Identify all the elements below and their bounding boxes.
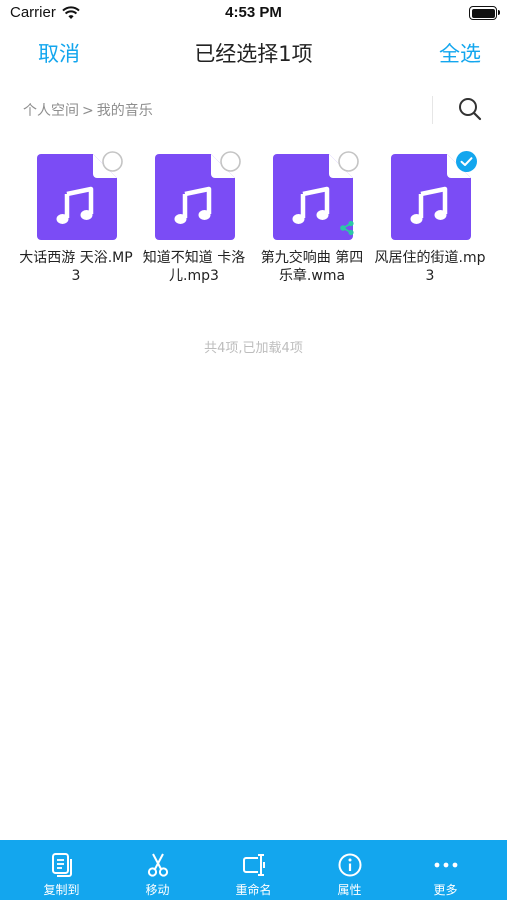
rename-button[interactable]: 重命名: [203, 840, 304, 900]
file-name: 风居住的街道.mp3: [374, 250, 486, 284]
more-label: 更多: [433, 883, 458, 897]
file-name: 知道不知道 卡洛儿.mp3: [142, 250, 246, 284]
file-name: 大话西游 天浴.MP3: [19, 250, 133, 284]
scissors-icon: [147, 853, 169, 877]
move-button[interactable]: 移动: [107, 840, 208, 900]
breadcrumb-row: 个人空间 > 我的音乐: [0, 86, 507, 132]
file-grid: 大话西游 天浴.MP3 知道不知道 卡洛儿.mp3 第九交响曲 第四乐章.wma…: [0, 150, 507, 300]
check-circle-icon[interactable]: [101, 150, 124, 173]
breadcrumb-separator: >: [82, 103, 94, 119]
copy-icon: [52, 853, 72, 877]
battery-icon: [469, 6, 500, 20]
breadcrumb: 个人空间 > 我的音乐: [23, 100, 153, 120]
more-icon: [434, 862, 458, 868]
nav-bar: 取消 已经选择1项 全选: [0, 28, 507, 78]
status-bar: Carrier 4:53 PM: [0, 0, 507, 28]
divider: [432, 96, 433, 124]
copy-to-label: 复制到: [43, 883, 80, 897]
load-summary: 共4项,已加载4项: [204, 341, 303, 356]
breadcrumb-item-personal-space[interactable]: 个人空间: [23, 103, 79, 119]
rename-label: 重命名: [235, 883, 272, 897]
file-item[interactable]: 大话西游 天浴.MP3: [17, 150, 135, 290]
file-item[interactable]: 第九交响曲 第四乐章.wma: [253, 150, 371, 290]
properties-button[interactable]: 属性: [299, 840, 400, 900]
check-circle-icon[interactable]: [219, 150, 242, 173]
breadcrumb-item-my-music[interactable]: 我的音乐: [97, 103, 153, 119]
bottom-toolbar: 复制到 移动 重命名 属性 更多: [0, 840, 507, 900]
check-circle-icon[interactable]: [337, 150, 360, 173]
file-name: 第九交响曲 第四乐章.wma: [260, 250, 364, 284]
info-icon: [338, 853, 362, 877]
page-title: 已经选择1项: [194, 42, 313, 66]
search-icon[interactable]: [457, 96, 483, 122]
status-time: 4:53 PM: [225, 4, 282, 21]
file-item[interactable]: 风居住的街道.mp3: [371, 150, 489, 290]
properties-label: 属性: [337, 883, 362, 897]
share-icon: [340, 220, 354, 236]
check-circle-icon[interactable]: [455, 150, 478, 173]
rename-icon: [243, 854, 265, 876]
select-all-button[interactable]: 全选: [439, 38, 481, 68]
copy-to-button[interactable]: 复制到: [11, 840, 112, 900]
move-label: 移动: [145, 883, 170, 897]
more-button[interactable]: 更多: [395, 840, 496, 900]
file-item[interactable]: 知道不知道 卡洛儿.mp3: [135, 150, 253, 290]
